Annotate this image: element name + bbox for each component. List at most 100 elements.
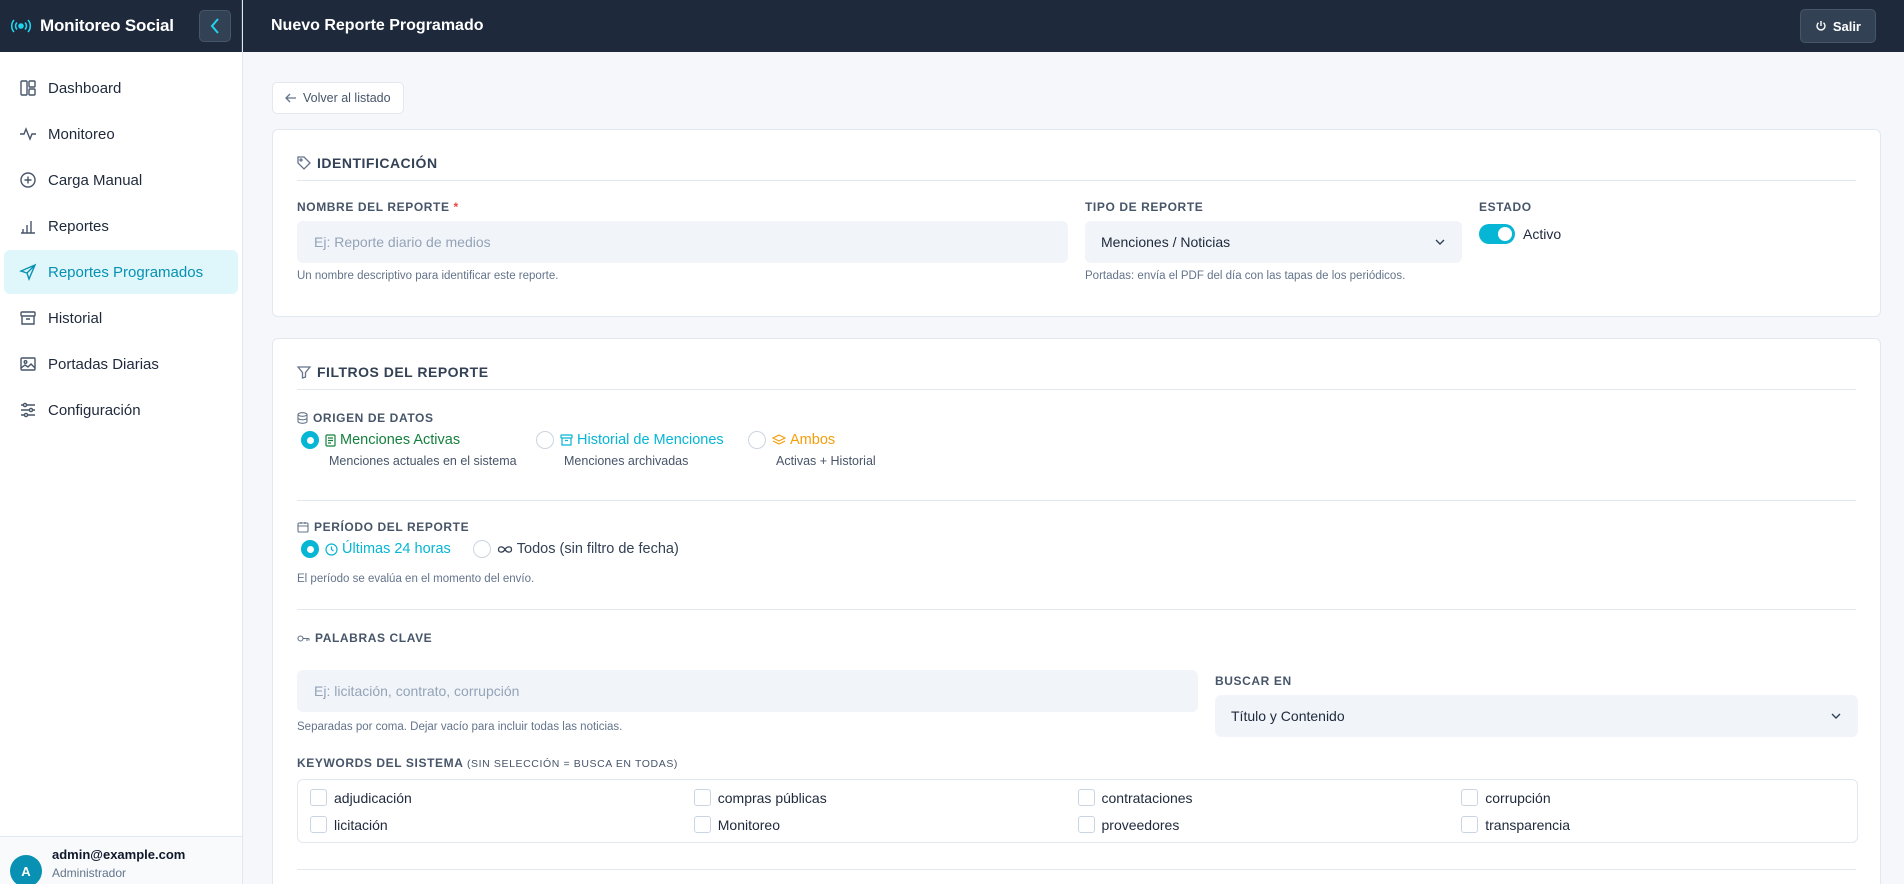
checkbox[interactable] <box>1461 789 1479 806</box>
period-group: PERÍODO DEL REPORTE <box>297 520 469 534</box>
sidebar-nav: Dashboard Monitoreo Carga Manual Reporte… <box>0 52 242 432</box>
sidebar-item-label: Dashboard <box>48 79 122 97</box>
document-icon <box>325 433 336 447</box>
search-in-label: BUSCAR EN <box>1215 674 1292 688</box>
activity-icon <box>18 124 38 144</box>
archive-icon <box>560 434 573 446</box>
origin-active-radio[interactable] <box>301 431 319 449</box>
period-all-radio[interactable] <box>472 540 491 558</box>
origin-option-active[interactable]: Menciones Activas Menciones actuales en … <box>301 431 517 468</box>
period-option-24h[interactable]: Últimas 24 horas <box>301 540 451 558</box>
database-icon <box>297 412 308 424</box>
sidebar: Monitoreo Social Dashboard Monitoreo Car… <box>0 0 243 884</box>
origin-active-sub: Menciones actuales en el sistema <box>329 454 517 468</box>
keyword-checkbox-item[interactable]: corrupción <box>1461 789 1845 806</box>
clock-icon <box>325 542 338 556</box>
divider <box>297 500 1856 501</box>
period-option-all[interactable]: Todos (sin filtro de fecha) <box>472 540 679 558</box>
sidebar-item-reportes[interactable]: Reportes <box>4 204 238 248</box>
sidebar-item-label: Configuración <box>48 401 141 419</box>
report-name-help: Un nombre descriptivo para identificar e… <box>297 270 559 282</box>
key-icon <box>297 634 310 642</box>
checkbox[interactable] <box>310 789 327 806</box>
filters-section-title: FILTROS DEL REPORTE <box>297 339 1856 390</box>
chevron-down-icon <box>1831 713 1841 719</box>
sidebar-item-label: Monitoreo <box>48 125 115 143</box>
keyword-checkbox-item[interactable]: licitación <box>310 816 694 833</box>
layers-icon <box>772 434 786 445</box>
keywords-group: PALABRAS CLAVE <box>297 631 432 645</box>
origin-both-sub: Activas + Historial <box>776 454 876 468</box>
sidebar-item-configuracion[interactable]: Configuración <box>4 388 238 432</box>
sidebar-item-historial[interactable]: Historial <box>4 296 238 340</box>
period-help: El período se evalúa en el momento del e… <box>297 573 535 585</box>
status-group: ESTADO Activo <box>1479 200 1561 244</box>
power-icon <box>1816 21 1826 31</box>
checkbox[interactable] <box>693 789 711 806</box>
sidebar-item-portadas-diarias[interactable]: Portadas Diarias <box>4 342 238 386</box>
collapse-sidebar-button[interactable] <box>199 10 231 42</box>
plus-circle-icon <box>18 170 38 190</box>
status-toggle[interactable] <box>1479 224 1515 244</box>
checkbox[interactable] <box>1077 789 1095 806</box>
status-value: Activo <box>1523 226 1562 242</box>
system-keywords-label: KEYWORDS DEL SISTEMA (SIN SELECCIÓN = BU… <box>297 756 679 770</box>
user-email: admin@example.com <box>52 847 186 862</box>
main-content: Volver al listado IDENTIFICACIÓN NOMBRE … <box>243 52 1904 884</box>
sidebar-item-label: Reportes Programados <box>48 263 204 281</box>
keyword-checkbox-item[interactable]: Monitoreo <box>693 816 1078 833</box>
logout-label: Salir <box>1832 18 1861 34</box>
sidebar-item-dashboard[interactable]: Dashboard <box>4 66 238 110</box>
keyword-checkbox-item[interactable]: contrataciones <box>1077 789 1462 806</box>
origin-history-sub: Menciones archivadas <box>564 454 689 468</box>
sidebar-item-reportes-programados[interactable]: Reportes Programados <box>4 250 238 294</box>
sliders-icon <box>18 400 38 420</box>
search-in-select[interactable]: Título y Contenido <box>1215 695 1858 737</box>
origin-option-history[interactable]: Historial de Menciones Menciones archiva… <box>536 431 724 468</box>
origin-group: ORIGEN DE DATOS <box>297 411 434 425</box>
checkbox[interactable] <box>1077 816 1095 833</box>
chevron-down-icon <box>1435 239 1445 245</box>
identification-section-title: IDENTIFICACIÓN <box>297 130 1856 181</box>
back-to-list-button[interactable]: Volver al listado <box>272 82 404 114</box>
origin-option-both[interactable]: Ambos Activas + Historial <box>748 431 876 468</box>
keyword-checkbox-item[interactable]: adjudicación <box>310 789 694 806</box>
identification-card: IDENTIFICACIÓN NOMBRE DEL REPORTE * Ej: … <box>272 129 1881 317</box>
keyword-checkbox-item[interactable]: transparencia <box>1461 816 1845 833</box>
avatar: A <box>10 855 42 884</box>
user-panel[interactable]: A admin@example.com Administrador <box>0 836 242 884</box>
status-label: ESTADO <box>1479 200 1532 214</box>
sidebar-item-carga-manual[interactable]: Carga Manual <box>4 158 238 202</box>
keyword-checkbox-item[interactable]: compras públicas <box>693 789 1078 806</box>
bar-chart-icon <box>18 216 38 236</box>
calendar-icon <box>297 522 309 533</box>
period-24h-radio[interactable] <box>301 540 319 558</box>
report-name-group: NOMBRE DEL REPORTE * Ej: Reporte diario … <box>297 200 1068 282</box>
sidebar-item-label: Historial <box>48 309 103 327</box>
period-options: Últimas 24 horas Todos (sin filtro de fe… <box>301 540 679 558</box>
checkbox[interactable] <box>310 816 327 833</box>
keyword-checkbox-item[interactable]: proveedores <box>1077 816 1462 833</box>
report-name-input[interactable]: Ej: Reporte diario de medios <box>297 221 1068 263</box>
send-icon <box>18 262 38 282</box>
filter-icon <box>297 365 311 379</box>
divider <box>297 609 1856 610</box>
logout-button[interactable]: Salir <box>1799 9 1876 43</box>
report-type-help: Portadas: envía el PDF del día con las t… <box>1085 270 1406 282</box>
report-type-label: TIPO DE REPORTE <box>1085 200 1204 214</box>
app-title: Monitoreo Social <box>40 16 174 35</box>
keywords-input[interactable]: Ej: licitación, contrato, corrupción <box>297 670 1198 712</box>
page-title: Nuevo Reporte Programado <box>271 17 484 34</box>
sidebar-item-label: Portadas Diarias <box>48 355 159 373</box>
sidebar-item-label: Carga Manual <box>48 171 143 189</box>
topbar: Nuevo Reporte Programado Salir <box>243 0 1904 52</box>
report-type-select[interactable]: Menciones / Noticias <box>1085 221 1462 263</box>
chevron-left-icon <box>210 18 219 34</box>
origin-both-radio[interactable] <box>748 431 766 449</box>
checkbox[interactable] <box>693 816 711 833</box>
origin-history-radio[interactable] <box>536 431 554 449</box>
filters-card: FILTROS DEL REPORTE ORIGEN DE DATOS Menc… <box>272 338 1881 884</box>
sidebar-item-monitoreo[interactable]: Monitoreo <box>4 112 238 156</box>
sidebar-brand: Monitoreo Social <box>0 0 242 52</box>
checkbox[interactable] <box>1461 816 1479 833</box>
